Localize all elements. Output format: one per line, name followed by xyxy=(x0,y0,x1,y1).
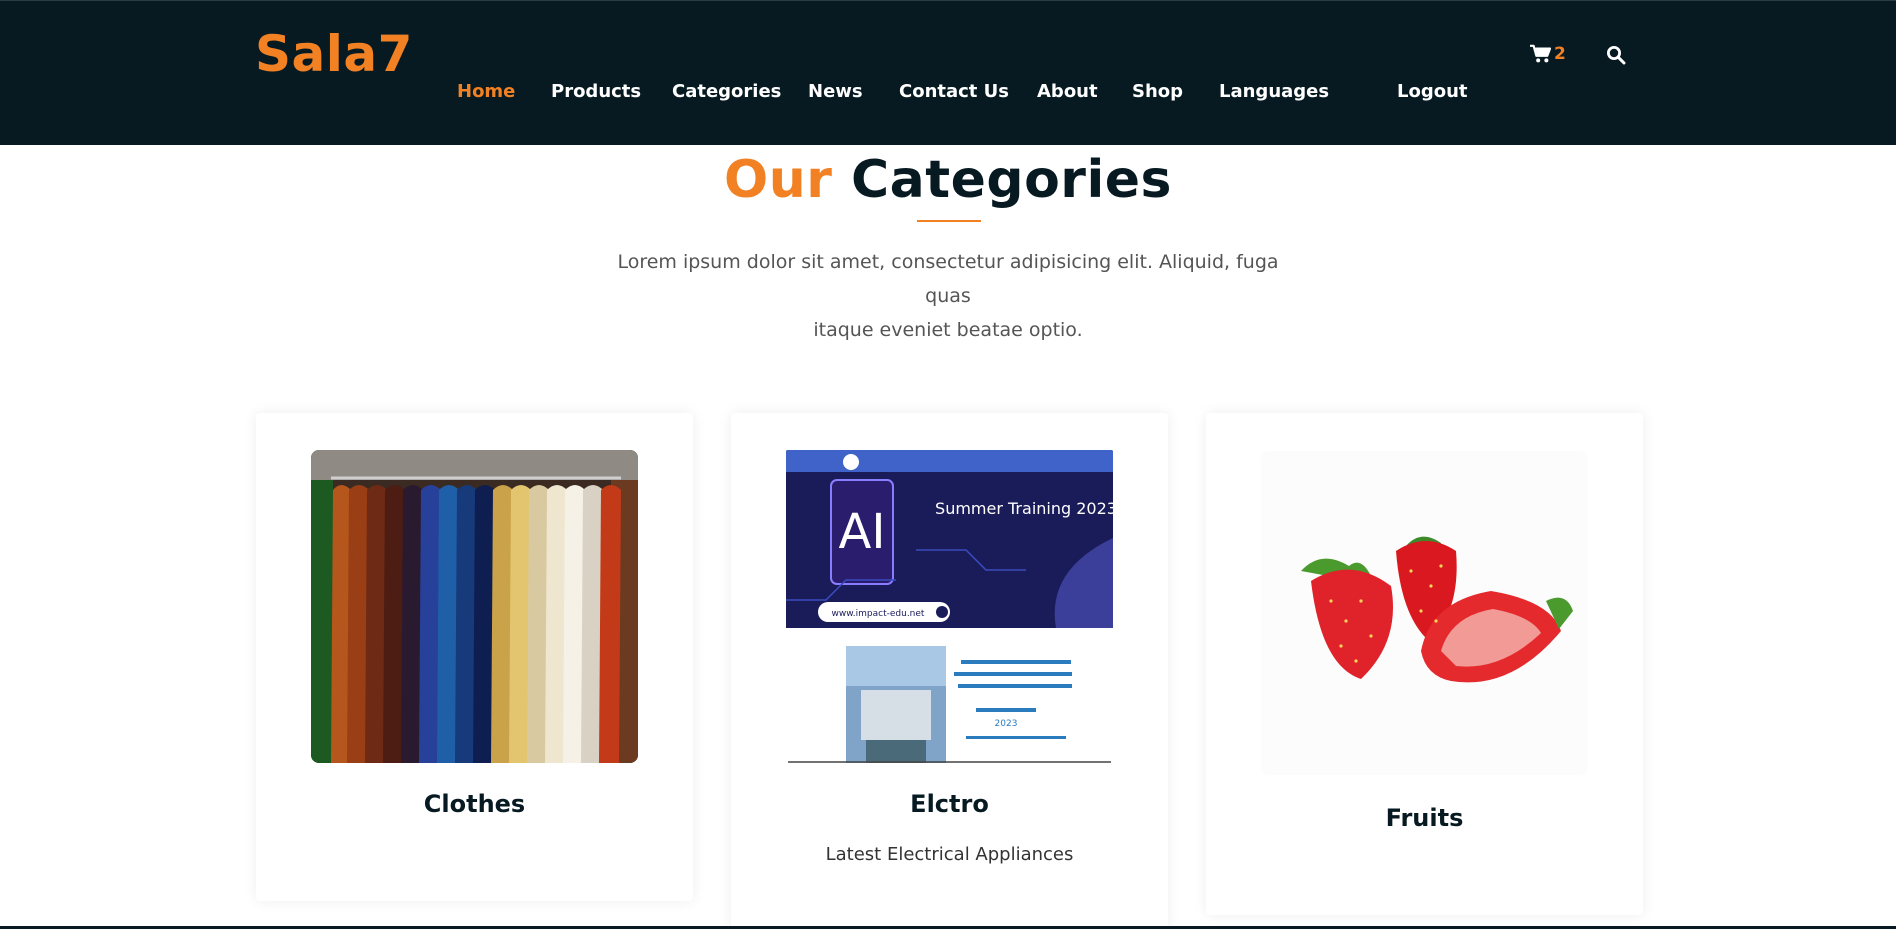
nav-home[interactable]: Home xyxy=(457,81,515,102)
search-button[interactable] xyxy=(1606,45,1626,65)
site-logo[interactable]: Sala7 xyxy=(255,25,413,83)
title-underline xyxy=(917,220,981,222)
category-title-fruits[interactable]: Fruits xyxy=(1206,804,1643,832)
search-icon xyxy=(1606,45,1626,65)
main-nav: Home Products Categories News Contact Us… xyxy=(0,81,1896,105)
nav-news[interactable]: News xyxy=(808,81,863,102)
category-title-clothes[interactable]: Clothes xyxy=(256,790,693,818)
category-card-fruits[interactable]: Fruits xyxy=(1206,413,1643,915)
nav-logout[interactable]: Logout xyxy=(1397,81,1468,102)
category-card-elctro[interactable]: AI Summer Training 2023 www.impact-edu.n… xyxy=(731,413,1168,929)
section-title-accent: Our xyxy=(724,150,833,210)
nav-products[interactable]: Products xyxy=(551,81,641,102)
site-header: Sala7 Home Products Categories News Cont… xyxy=(0,0,1896,145)
image-year-text: 2023 xyxy=(995,719,1018,729)
cart-icon xyxy=(1529,44,1551,64)
category-card-clothes[interactable]: Clothes xyxy=(256,413,693,901)
nav-categories[interactable]: Categories xyxy=(672,81,781,102)
summer-training-text: Summer Training 2023 xyxy=(935,499,1113,518)
nav-contact-us[interactable]: Contact Us xyxy=(899,81,1009,102)
section-title: Our Categories xyxy=(0,150,1896,210)
section-description-line-1: Lorem ipsum dolor sit amet, consectetur … xyxy=(617,251,1279,307)
section-title-main: Categories xyxy=(850,150,1172,210)
cart-button[interactable]: 2 xyxy=(1529,44,1566,64)
section-description-line-2: itaque eveniet beatae optio. xyxy=(813,319,1083,341)
url-text: www.impact-edu.net xyxy=(832,609,925,619)
clothes-image[interactable] xyxy=(311,450,638,763)
category-subtitle-elctro: Latest Electrical Appliances xyxy=(825,844,1074,865)
fruits-image[interactable] xyxy=(1261,451,1588,775)
ai-badge-text: AI xyxy=(839,504,886,560)
nav-about[interactable]: About xyxy=(1037,81,1098,102)
nav-languages[interactable]: Languages xyxy=(1219,81,1329,102)
nav-shop[interactable]: Shop xyxy=(1132,81,1183,102)
section-description: Lorem ipsum dolor sit amet, consectetur … xyxy=(608,245,1288,347)
elctro-image[interactable]: AI Summer Training 2023 www.impact-edu.n… xyxy=(786,450,1113,763)
cart-count-badge: 2 xyxy=(1554,44,1566,64)
category-title-elctro[interactable]: Elctro xyxy=(731,790,1168,818)
